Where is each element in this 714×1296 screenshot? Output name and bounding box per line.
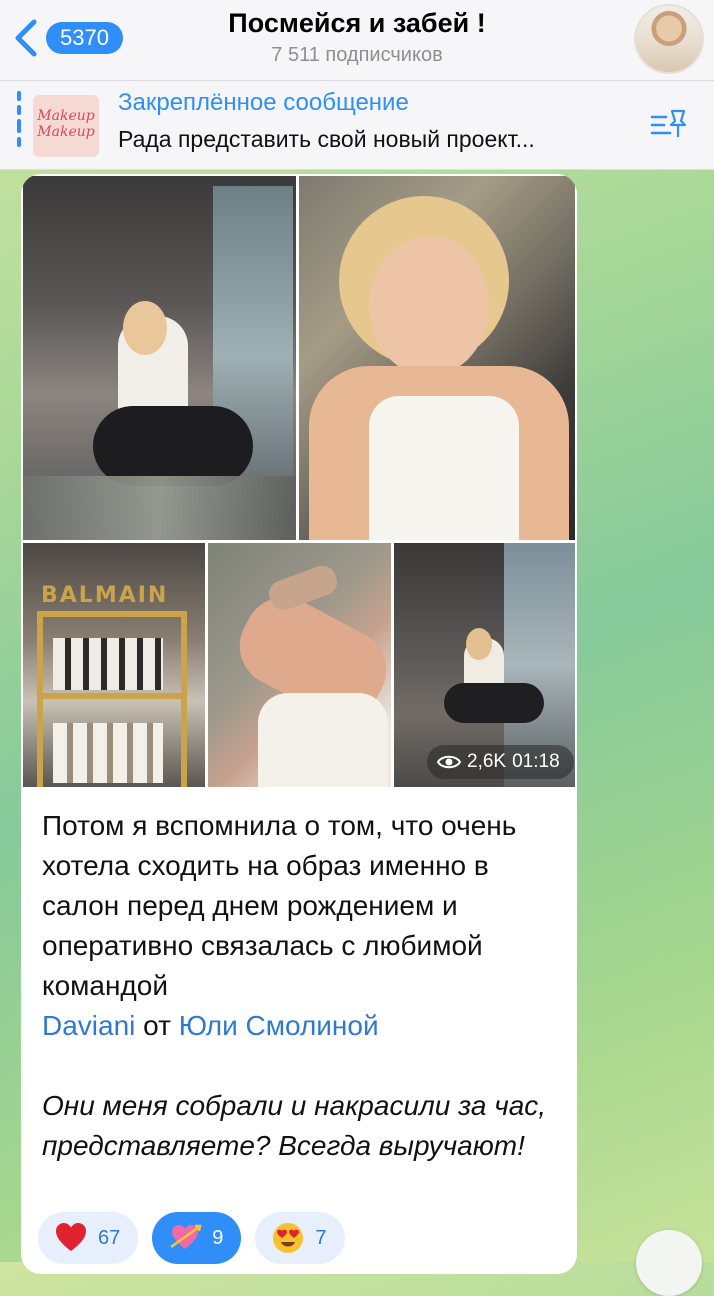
message-text: Потом я вспомнила о том, что очень хотел… [42, 806, 552, 1166]
reaction-heart-eyes[interactable]: 7 [255, 1212, 345, 1264]
unread-count-badge[interactable]: 5370 [46, 22, 123, 54]
photo-legs-floor[interactable] [208, 543, 391, 787]
video-views: 2,6K [467, 751, 507, 772]
scroll-down-button[interactable] [636, 1230, 702, 1296]
pinned-indicator [17, 91, 21, 159]
pinned-message-bar[interactable]: Makeup Makeup Закреплённое сообщение Рада… [0, 81, 714, 170]
photo-selfie[interactable] [299, 176, 575, 540]
heart-arrow-icon [170, 1224, 202, 1249]
message-between: от [135, 1010, 179, 1041]
back-chevron-icon[interactable] [10, 18, 44, 58]
pinned-preview: Рада представить свой новый проект... [118, 126, 535, 152]
heart-icon [56, 1223, 86, 1251]
message-body: Потом я вспомнила о том, что очень хотел… [42, 810, 517, 1001]
reaction-count: 7 [315, 1226, 327, 1249]
link-yulia-smolina[interactable]: Юли Смолиной [179, 1010, 379, 1041]
video-stats-badge: 2,6K 01:18 [427, 745, 574, 779]
video-duration: 01:18 [512, 751, 560, 772]
pinned-list-icon[interactable] [648, 105, 688, 145]
link-daviani[interactable]: Daviani [42, 1010, 135, 1041]
photo-balmain-shelf[interactable]: BALMAIN [23, 543, 205, 787]
reaction-heart[interactable]: 67 [38, 1212, 139, 1264]
balmain-sign: BALMAIN [41, 583, 169, 608]
reaction-count: 67 [98, 1226, 121, 1249]
reaction-count: 9 [212, 1226, 224, 1249]
channel-avatar[interactable] [634, 4, 704, 74]
channel-title[interactable]: Посмейся и забей ! [150, 8, 564, 39]
photo-salon-chair[interactable] [23, 176, 296, 540]
eye-icon [437, 755, 461, 769]
reactions-row: 67 9 7 [38, 1212, 345, 1264]
heart-eyes-icon [273, 1223, 304, 1253]
reaction-heart-arrow[interactable]: 9 [152, 1212, 242, 1264]
pinned-label: Закреплённое сообщение [118, 89, 409, 116]
message-italic: Они меня собрали и накрасили за час, пре… [42, 1090, 547, 1161]
message-bubble: BALMAIN 2,6K 01:18 Потом я вспомнила о т… [21, 174, 577, 1274]
chat-header: 5370 Посмейся и забей ! 7 511 подписчико… [0, 0, 714, 81]
subscriber-count: 7 511 подписчиков [271, 44, 443, 66]
pinned-thumbnail: Makeup Makeup [33, 95, 99, 157]
